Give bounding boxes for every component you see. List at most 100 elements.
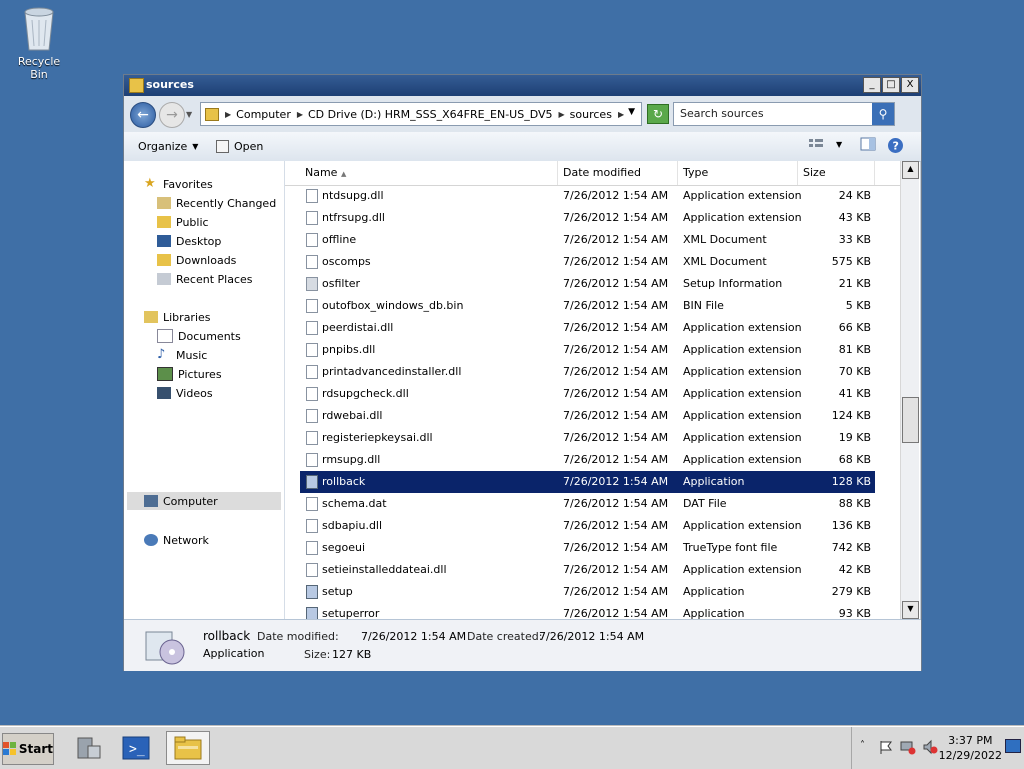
file-row[interactable]: registeriepkeysai.dll 7/26/2012 1:54 AM Ap… [300, 427, 875, 449]
forward-button[interactable]: → [159, 102, 185, 128]
file-type: Application [683, 607, 745, 619]
powershell-icon: >_ [122, 736, 150, 760]
nav-music[interactable]: ♪ Music [157, 346, 207, 364]
help-icon[interactable]: ? [887, 137, 905, 155]
nav-documents[interactable]: Documents [157, 327, 241, 345]
breadcrumb-cd-drive[interactable]: ▶ CD Drive (D:) HRM_SSS_X64FRE_EN-US_DV5 [297, 108, 553, 121]
back-button[interactable]: ← [130, 102, 156, 128]
file-name: schema.dat [322, 497, 387, 510]
chevron-right-icon[interactable]: ▶ [618, 110, 624, 119]
file-date-modified: 7/26/2012 1:54 AM [563, 189, 669, 202]
file-row[interactable]: peerdistai.dll 7/26/2012 1:54 AM Applicati… [300, 317, 875, 339]
nav-downloads[interactable]: Downloads [157, 251, 236, 269]
explorer-taskbar-button[interactable] [166, 731, 210, 765]
clock-time: 3:37 PM [948, 734, 993, 747]
file-icon [306, 497, 318, 511]
scroll-up-icon[interactable]: ▲ [902, 161, 919, 179]
file-row[interactable]: rdwebai.dll 7/26/2012 1:54 AM Application … [300, 405, 875, 427]
scroll-thumb[interactable] [902, 397, 919, 443]
address-bar[interactable]: ▶ Computer ▶ CD Drive (D:) HRM_SSS_X64FRE_… [200, 102, 642, 126]
show-desktop-icon[interactable] [1005, 739, 1021, 753]
file-date-modified: 7/26/2012 1:54 AM [563, 321, 669, 334]
file-row[interactable]: schema.dat 7/26/2012 1:54 AM DAT File 88 KB [300, 493, 875, 515]
file-row[interactable]: ntfrsupg.dll 7/26/2012 1:54 AM Application… [300, 207, 875, 229]
chevron-right-icon[interactable]: ▶ [559, 110, 565, 119]
details-size-value: 127 KB [332, 648, 372, 661]
file-name: setieinstalleddateai.dll [322, 563, 447, 576]
file-date-modified: 7/26/2012 1:54 AM [563, 255, 669, 268]
nav-recently-changed[interactable]: Recently Changed [157, 194, 276, 212]
window-title: sources [146, 78, 194, 91]
nav-favorites[interactable]: ★ Favorites [144, 175, 213, 193]
file-row[interactable]: oscomps 7/26/2012 1:54 AM XML Document 575 … [300, 251, 875, 273]
breadcrumb-sources[interactable]: ▶ sources ▶ [559, 108, 630, 121]
scroll-down-icon[interactable]: ▼ [902, 601, 919, 619]
taskbar: Start >_ ˄ 3:37 PM 12/29/2022 [0, 726, 1024, 769]
system-clock[interactable]: 3:37 PM 12/29/2022 [939, 733, 1002, 763]
recycle-bin[interactable]: Recycle Bin [8, 6, 70, 81]
file-row[interactable]: setieinstalleddateai.dll 7/26/2012 1:54 A… [300, 559, 875, 581]
start-button[interactable]: Start [2, 733, 54, 765]
music-icon: ♪ [157, 347, 166, 362]
file-row[interactable]: segoeui 7/26/2012 1:54 AM TrueType font fi… [300, 537, 875, 559]
recent-pages-dropdown-icon[interactable]: ▼ [186, 110, 192, 119]
breadcrumb-computer[interactable]: ▶ Computer [225, 108, 291, 121]
preview-pane-button[interactable] [860, 137, 878, 155]
search-icon[interactable]: ⚲ [872, 103, 894, 125]
title-bar[interactable]: sources _ □ X [124, 75, 921, 96]
column-type[interactable]: Type [678, 161, 798, 185]
close-button[interactable]: X [901, 77, 919, 93]
file-row[interactable]: setuperror 7/26/2012 1:54 AM Application 93… [300, 603, 875, 619]
dll-icon [306, 409, 318, 423]
file-row[interactable]: setup 7/26/2012 1:54 AM Application 279 KB [300, 581, 875, 603]
file-row[interactable]: osfilter 7/26/2012 1:54 AM Setup Informati… [300, 273, 875, 295]
minimize-button[interactable]: _ [863, 77, 881, 93]
nav-desktop[interactable]: Desktop [157, 232, 221, 250]
file-row[interactable]: pnpibs.dll 7/26/2012 1:54 AM Application e… [300, 339, 875, 361]
file-date-modified: 7/26/2012 1:54 AM [563, 343, 669, 356]
open-button[interactable]: Open [216, 140, 263, 153]
file-row[interactable]: printadvancedinstaller.dll 7/26/2012 1:54… [300, 361, 875, 383]
file-size: 68 KB [838, 453, 871, 466]
action-center-flag-icon[interactable] [878, 739, 894, 758]
file-row[interactable]: outofbox_windows_db.bin 7/26/2012 1:54 AM… [300, 295, 875, 317]
volume-muted-icon[interactable] [922, 739, 938, 758]
search-placeholder: Search sources [680, 107, 764, 120]
file-date-modified: 7/26/2012 1:54 AM [563, 497, 669, 510]
views-button[interactable] [808, 137, 826, 155]
refresh-button[interactable]: ↻ [647, 104, 669, 124]
nav-public[interactable]: Public [157, 213, 209, 231]
organize-button[interactable]: Organize ▼ [138, 140, 198, 153]
clock-date: 12/29/2022 [938, 749, 1002, 762]
file-name: registeriepkeysai.dll [322, 431, 433, 444]
network-status-icon[interactable] [900, 739, 916, 758]
column-date-modified[interactable]: Date modified [558, 161, 678, 185]
file-row[interactable]: rollback 7/26/2012 1:54 AM Application 128 … [300, 471, 875, 493]
column-size[interactable]: Size [798, 161, 875, 185]
file-size: 742 KB [831, 541, 871, 554]
address-dropdown-icon[interactable]: ▼ [628, 107, 635, 117]
file-row[interactable]: rdsupgcheck.dll 7/26/2012 1:54 AM Applicat… [300, 383, 875, 405]
file-row[interactable]: offline 7/26/2012 1:54 AM XML Document 33 K… [300, 229, 875, 251]
file-row[interactable]: rmsupg.dll 7/26/2012 1:54 AM Application e… [300, 449, 875, 471]
column-name[interactable]: Name ▲ [300, 161, 558, 185]
dll-icon [306, 453, 318, 467]
views-dropdown-icon[interactable]: ▼ [836, 140, 842, 158]
maximize-button[interactable]: □ [882, 77, 900, 93]
folder-icon [205, 107, 219, 121]
chevron-right-icon[interactable]: ▶ [297, 110, 303, 119]
nav-computer[interactable]: Computer [127, 492, 281, 510]
file-row[interactable]: sdbapiu.dll 7/26/2012 1:54 AM Application … [300, 515, 875, 537]
file-row[interactable]: ntdsupg.dll 7/26/2012 1:54 AM Application … [300, 185, 875, 207]
nav-libraries[interactable]: Libraries [144, 308, 211, 326]
nav-videos[interactable]: Videos [157, 384, 213, 402]
chevron-right-icon[interactable]: ▶ [225, 110, 231, 119]
show-hidden-icons-icon[interactable]: ˄ [860, 740, 865, 751]
nav-network[interactable]: Network [144, 531, 209, 549]
vertical-scrollbar[interactable]: ▲ ▼ [900, 161, 919, 619]
server-manager-button[interactable] [70, 731, 106, 765]
nav-recent-places[interactable]: Recent Places [157, 270, 253, 288]
nav-pictures[interactable]: Pictures [157, 365, 222, 383]
search-input[interactable]: Search sources ⚲ [673, 102, 895, 126]
powershell-button[interactable]: >_ [118, 731, 154, 765]
